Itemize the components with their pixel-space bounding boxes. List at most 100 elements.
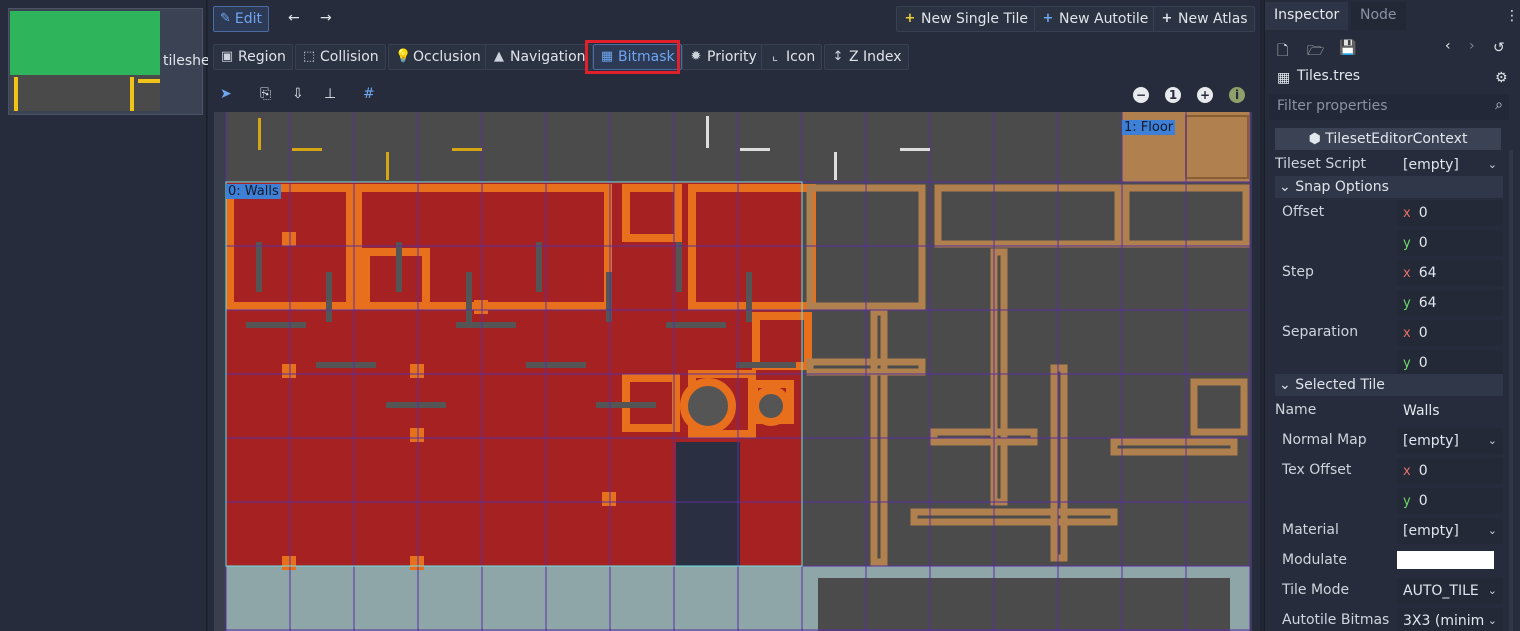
paste-bitmask-icon[interactable]: ⇩ <box>292 86 304 102</box>
step-label: Step <box>1282 264 1314 280</box>
tab-occlusion-label: Occlusion <box>413 49 481 65</box>
autotile-bitmask-value: 3X3 (minim <box>1403 613 1485 629</box>
separation-label: Separation <box>1282 324 1359 340</box>
zoom-out-icon[interactable]: − <box>1133 87 1149 103</box>
selected-tile-section[interactable]: ⌄ Selected Tile <box>1275 374 1503 396</box>
tab-z-index-label: Z Index <box>849 49 902 65</box>
offset-x-field[interactable]: x0 <box>1397 200 1503 226</box>
tile-mode-row: Tile Mode AUTO_TILE ⌄ <box>1275 576 1503 606</box>
material-picker[interactable]: [empty] ⌄ <box>1397 518 1503 544</box>
tex-offset-y-field[interactable]: y0 <box>1397 488 1503 514</box>
tex-offset-x-field[interactable]: x0 <box>1397 458 1503 484</box>
texture-list-panel: tileshe <box>0 0 210 631</box>
arrow-left-icon[interactable]: ← <box>288 10 300 26</box>
inspector-scrollbar[interactable] <box>1509 150 1513 631</box>
new-resource-icon[interactable]: 🗋 <box>1277 40 1288 64</box>
separation-y-value: 0 <box>1418 355 1428 371</box>
chevron-down-icon: ⌄ <box>1487 434 1497 447</box>
autotile-bitmask-select[interactable]: 3X3 (minim ⌄ <box>1397 608 1503 631</box>
history-icon[interactable]: ↺ <box>1493 40 1505 56</box>
tab-z-index[interactable]: ↕ Z Index <box>824 44 909 70</box>
icon-mode-icon: ⌞ <box>771 49 779 64</box>
tab-inspector[interactable]: Inspector <box>1265 2 1349 30</box>
info-icon[interactable]: i <box>1229 87 1245 103</box>
tile-label-floor: 1: Floor <box>1122 120 1176 135</box>
step-x-value: 64 <box>1418 265 1437 281</box>
modulate-color-swatch[interactable] <box>1397 551 1494 569</box>
collision-icon: ⬚ <box>302 49 316 64</box>
options-icon[interactable]: ⋮ <box>1505 8 1519 24</box>
material-value: [empty] <box>1403 523 1459 539</box>
tab-navigation-label: Navigation <box>510 49 586 65</box>
object-properties-icon[interactable]: ⚙ <box>1495 70 1508 86</box>
inspector-panel: Inspector Node ⋮ 🗋 🗁 💾 ‹ › ↺ ▦ Tiles.tre… <box>1264 0 1520 631</box>
texture-list-item[interactable]: tileshe <box>8 8 210 115</box>
tile-atlas-viewport[interactable]: 0: Walls 1: Floor <box>214 112 1252 631</box>
new-atlas-button[interactable]: + New Atlas <box>1153 6 1255 32</box>
selected-tile-label: Selected Tile <box>1295 377 1385 393</box>
tab-navigation[interactable]: ▲ Navigation <box>485 44 593 70</box>
context-title: TilesetEditorContext <box>1325 131 1468 147</box>
snap-options-section[interactable]: ⌄ Snap Options <box>1275 176 1503 198</box>
offset-y-row: y0 <box>1275 228 1503 258</box>
tab-priority[interactable]: ✹ Priority <box>682 44 764 70</box>
select-tool-icon[interactable]: ➤ <box>220 86 232 102</box>
step-y-field[interactable]: y 64 <box>1397 290 1503 316</box>
copy-bitmask-icon[interactable]: ⎘ <box>260 86 271 102</box>
chevron-down-icon: ⌄ <box>1487 158 1497 171</box>
tab-priority-label: Priority <box>707 49 757 65</box>
load-resource-icon[interactable]: 🗁 <box>1307 40 1324 64</box>
history-back-icon[interactable]: ‹ <box>1445 38 1451 54</box>
erase-bitmask-icon[interactable]: ⊥ <box>324 86 336 102</box>
tile-mode-label: Tile Mode <box>1282 582 1350 598</box>
material-row: Material [empty] ⌄ <box>1275 516 1503 546</box>
chevron-down-icon: ⌄ <box>1487 614 1497 627</box>
filter-properties-field[interactable]: Filter properties ⌕ <box>1269 94 1509 120</box>
tab-region[interactable]: ▣ Region <box>213 44 293 70</box>
new-autotile-button[interactable]: + New Autotile <box>1034 6 1156 32</box>
tileset-script-picker[interactable]: [empty] ⌄ <box>1397 152 1503 178</box>
filter-placeholder: Filter properties <box>1277 98 1388 114</box>
context-header: ⬢ TilesetEditorContext <box>1275 128 1501 150</box>
modulate-label: Modulate <box>1282 552 1347 568</box>
tab-icon[interactable]: ⌞ Icon <box>761 44 823 70</box>
tab-occlusion[interactable]: 💡 Occlusion <box>388 44 488 70</box>
tab-node[interactable]: Node <box>1351 2 1406 30</box>
tile-atlas-canvas[interactable] <box>214 112 1252 631</box>
tex-offset-y-value: 0 <box>1418 493 1428 509</box>
new-single-tile-button[interactable]: + New Single Tile <box>896 6 1035 32</box>
separation-x-field[interactable]: x0 <box>1397 320 1503 346</box>
tab-collision-label: Collision <box>320 49 379 65</box>
offset-y-field[interactable]: y0 <box>1397 230 1503 256</box>
tile-mode-select[interactable]: AUTO_TILE ⌄ <box>1397 578 1503 604</box>
offset-row: Offset x0 <box>1275 198 1503 228</box>
step-y-value: 64 <box>1418 295 1437 311</box>
offset-y-value: 0 <box>1418 235 1428 251</box>
grid-snap-icon[interactable]: # <box>363 86 375 102</box>
bitmask-highlight-box <box>585 40 680 74</box>
tileset-script-label: Tileset Script <box>1275 156 1366 172</box>
navigation-icon: ▲ <box>494 49 504 64</box>
edit-button[interactable]: ✎ Edit <box>213 6 269 32</box>
separation-y-field[interactable]: y0 <box>1397 350 1503 376</box>
step-x-field[interactable]: x 64 <box>1397 260 1503 286</box>
offset-x-value: 0 <box>1418 205 1428 221</box>
normal-map-value: [empty] <box>1403 433 1459 449</box>
tile-mode-value: AUTO_TILE <box>1403 583 1479 599</box>
tab-collision[interactable]: ⬚ Collision <box>295 44 386 70</box>
texture-name-label: tileshe <box>163 53 210 69</box>
zoom-in-icon[interactable]: + <box>1197 87 1213 103</box>
tileset-editor: ✎ Edit ← → + New Single Tile + New Autot… <box>208 0 1260 631</box>
normal-map-picker[interactable]: [empty] ⌄ <box>1397 428 1503 454</box>
normal-map-label: Normal Map <box>1282 432 1367 448</box>
zoom-reset-button[interactable]: 1 <box>1165 87 1181 103</box>
tex-offset-label: Tex Offset <box>1282 462 1352 478</box>
name-field[interactable]: Walls <box>1397 398 1503 424</box>
search-icon: ⌕ <box>1495 97 1503 113</box>
save-resource-icon[interactable]: 💾 <box>1339 40 1356 56</box>
edit-icon: ✎ <box>220 11 231 26</box>
history-forward-icon[interactable]: › <box>1469 38 1475 54</box>
plus-icon: + <box>1042 11 1054 26</box>
step-y-row: y 64 <box>1275 288 1503 318</box>
arrow-right-icon[interactable]: → <box>320 10 332 26</box>
